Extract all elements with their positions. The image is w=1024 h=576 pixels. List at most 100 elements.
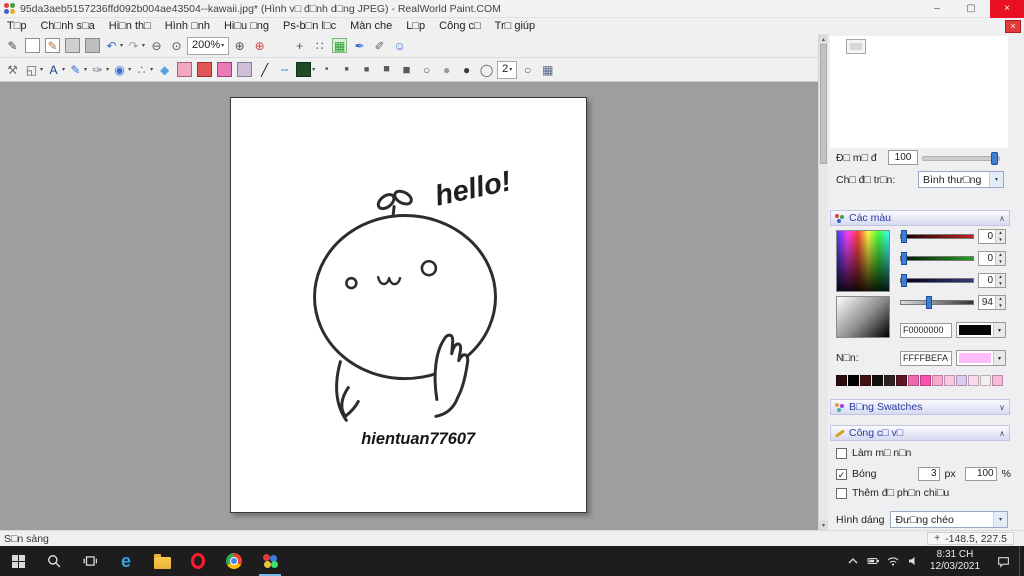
task-view-button[interactable] xyxy=(72,546,108,576)
line-width-select[interactable]: 2 ▾ xyxy=(497,60,518,79)
spin-down-icon[interactable]: ▼ xyxy=(996,281,1005,288)
color-swatch[interactable] xyxy=(908,375,919,386)
fill-style-select[interactable]: ▾ xyxy=(295,60,316,80)
cap-solid-icon[interactable]: ● xyxy=(457,60,476,80)
spin-down-icon[interactable]: ▼ xyxy=(996,237,1005,244)
color-swatch[interactable] xyxy=(920,375,931,386)
smooth-checkbox[interactable] xyxy=(836,447,847,459)
action-center-button[interactable] xyxy=(987,546,1019,576)
image-canvas[interactable]: hello! hientuan77607 xyxy=(230,97,587,513)
canvas-vertical-scrollbar[interactable]: ▴ ▾ xyxy=(818,34,828,530)
scrollbar-thumb[interactable] xyxy=(820,44,827,164)
color-picker-pen-icon[interactable]: ✒ xyxy=(350,36,369,56)
menu-item[interactable]: Công c□ xyxy=(432,18,488,34)
import-device-icon[interactable] xyxy=(63,36,82,56)
menu-item[interactable]: Hình □nh xyxy=(158,18,217,34)
shadow-checkbox[interactable]: ✓ xyxy=(836,468,847,480)
spin-down-icon[interactable]: ▼ xyxy=(996,303,1005,310)
opacity-slider[interactable] xyxy=(922,152,1000,165)
minimize-button[interactable]: – xyxy=(922,0,952,18)
blue-value-spinner[interactable]: 0 ▲ ▼ xyxy=(978,273,1006,288)
wrench-icon[interactable]: ⚒ xyxy=(3,60,22,80)
spray-tool-icon[interactable]: ∴ ▾ xyxy=(133,60,154,80)
width-2-icon[interactable]: ■ xyxy=(337,60,356,80)
red-slider-handle[interactable] xyxy=(901,230,907,243)
hidden-icons-chevron[interactable] xyxy=(843,546,863,576)
foreground-color-dropdown[interactable]: ▾ xyxy=(956,322,1006,338)
colors-panel-header[interactable]: Các màu ∧ xyxy=(830,210,1010,226)
blue-slider-handle[interactable] xyxy=(901,274,907,287)
shape-select[interactable]: Đư□ng chéo ▾ xyxy=(890,511,1008,528)
select-rectangle-icon[interactable] xyxy=(270,36,289,56)
color-swatch[interactable] xyxy=(944,375,955,386)
text-tool-icon[interactable]: A ▾ xyxy=(45,60,66,80)
green-slider-handle[interactable] xyxy=(901,252,907,265)
taskbar-clock[interactable]: 8:31 CH 12/03/2021 xyxy=(923,549,987,574)
color-swatch[interactable] xyxy=(872,375,883,386)
pattern-stamp-icon[interactable] xyxy=(215,60,234,80)
opacity-input[interactable]: 100 xyxy=(888,150,918,165)
spin-down-icon[interactable]: ▼ xyxy=(996,259,1005,266)
line-dashed-icon[interactable]: ╌ xyxy=(275,60,294,80)
color-swatch[interactable] xyxy=(848,375,859,386)
cap-mid-icon[interactable]: ● xyxy=(437,60,456,80)
shadow-opacity-input[interactable]: 100 xyxy=(964,467,997,481)
menu-item[interactable]: Ps-b□n l□c xyxy=(276,18,343,34)
color-swatch[interactable] xyxy=(836,375,847,386)
water-drop-icon[interactable]: ◆ xyxy=(155,60,174,80)
green-value-spinner[interactable]: 0 ▲ ▼ xyxy=(978,251,1006,266)
color-swatch[interactable] xyxy=(932,375,943,386)
start-button[interactable] xyxy=(0,546,36,576)
transparency-grid-icon[interactable]: ▦ xyxy=(330,36,349,56)
scroll-up-arrow[interactable]: ▴ xyxy=(819,34,828,44)
transform-icon[interactable]: ◱ ▾ xyxy=(23,60,44,80)
red-slider[interactable] xyxy=(900,230,974,243)
background-hex-input[interactable]: FFFFBEFA xyxy=(900,351,952,366)
menu-item[interactable]: Màn che xyxy=(343,18,399,34)
color-swatch[interactable] xyxy=(884,375,895,386)
ellipse-outline-icon[interactable]: ◯ xyxy=(477,60,496,80)
menu-item[interactable]: Tr□ giúp xyxy=(488,18,542,34)
file-explorer-icon[interactable] xyxy=(144,546,180,576)
tool-options-header[interactable]: Công c□ v□ ∧ xyxy=(830,425,1010,441)
color-swatch[interactable] xyxy=(860,375,871,386)
cap-outline-icon[interactable]: ○ xyxy=(417,60,436,80)
opera-icon[interactable] xyxy=(180,546,216,576)
profile-icon[interactable]: ☺ xyxy=(390,36,409,56)
shape-tool-icon[interactable]: ◉ ▾ xyxy=(111,60,132,80)
search-button[interactable] xyxy=(36,546,72,576)
select-handles-icon[interactable]: ∷ xyxy=(310,36,329,56)
eraser-icon[interactable] xyxy=(175,60,194,80)
zoom-level-select[interactable]: 200% ▾ xyxy=(187,36,230,55)
color-swatch[interactable] xyxy=(956,375,967,386)
menu-item[interactable]: L□p xyxy=(399,18,432,34)
layer-thumbnail[interactable] xyxy=(846,39,866,54)
maximize-button[interactable]: ▢ xyxy=(956,0,986,18)
zoom-out-icon[interactable]: ⊖ xyxy=(147,36,166,56)
tray-volume-icon[interactable] xyxy=(903,546,923,576)
swatches-panel-header[interactable]: B□ng Swatches ∨ xyxy=(830,399,1010,415)
width-1-icon[interactable]: ■ xyxy=(317,60,336,80)
circle-outline2-icon[interactable]: ○ xyxy=(518,60,537,80)
redo-icon[interactable]: ↷ ▾ xyxy=(125,36,146,56)
menu-item[interactable]: Hi□u □ng xyxy=(217,18,276,34)
width-4-icon[interactable]: ■ xyxy=(377,60,396,80)
show-desktop-button[interactable] xyxy=(1019,546,1024,576)
color-swatch[interactable] xyxy=(992,375,1003,386)
hue-saturation-picker[interactable] xyxy=(836,230,890,292)
export-device-icon[interactable] xyxy=(83,36,102,56)
realworld-paint-taskbar-icon[interactable] xyxy=(252,546,288,576)
color-swatch[interactable] xyxy=(980,375,991,386)
menu-item[interactable]: T□p xyxy=(0,18,33,34)
blend-mode-select[interactable]: Bình thư□ng ▾ xyxy=(918,171,1004,188)
color-swatch[interactable] xyxy=(896,375,907,386)
undo-icon[interactable]: ↶ ▾ xyxy=(103,36,124,56)
zoom-in-icon[interactable]: ⊕ xyxy=(230,36,249,56)
pen-tool-icon[interactable]: ✑ ▾ xyxy=(89,60,110,80)
canvas-workspace[interactable]: hello! hientuan77607 xyxy=(0,82,818,530)
scroll-down-arrow[interactable]: ▾ xyxy=(819,520,828,530)
edge-icon[interactable]: e xyxy=(108,546,144,576)
shadow-size-input[interactable]: 3 xyxy=(917,467,940,481)
background-color-dropdown[interactable]: ▾ xyxy=(956,350,1006,366)
green-slider[interactable] xyxy=(900,252,974,265)
